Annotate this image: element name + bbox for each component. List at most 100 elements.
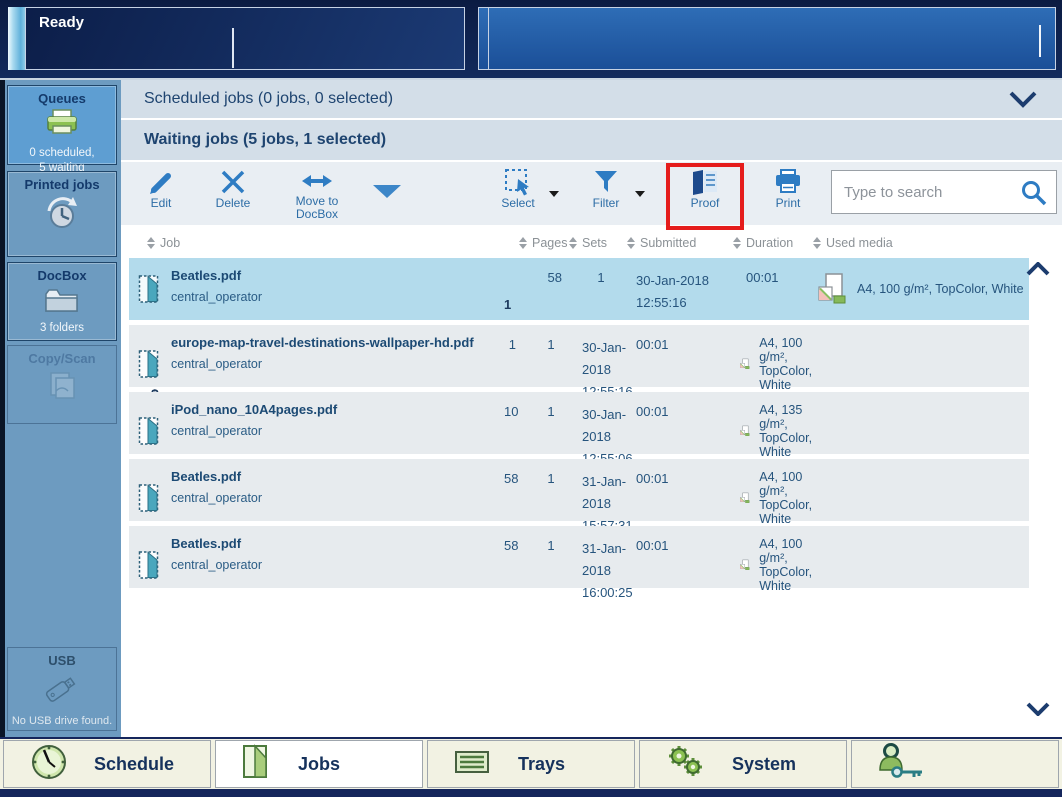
table-row[interactable]: $ Beatles.pdf central_operator 58 1 31-J… [129,459,1029,533]
sort-header-job[interactable]: Job [147,233,180,253]
nav-tab-login[interactable] [851,740,1059,788]
table-row[interactable]: $ Beatles.pdf central_operator 58 1 31-J… [129,526,1029,600]
job-owner: central_operator [171,424,263,438]
edit-button[interactable]: Edit [125,167,197,221]
sort-header-pages[interactable]: Pages [519,233,567,253]
copy-scan-label: Copy/Scan [28,351,96,366]
job-rows: $ Beatles.pdf central_operator 1 58 1 30… [129,258,1029,600]
job-sets: 1 [547,538,555,553]
jobs-content: Scheduled jobs (0 jobs, 0 selected) Wait… [121,80,1062,737]
history-clock-icon [43,195,81,238]
filter-label: Filter [592,196,620,210]
system-gears-icon [666,744,706,785]
job-owner: central_operator [171,357,263,371]
sidebar-item-docbox[interactable]: DocBox 3 folders [7,262,117,341]
table-row[interactable]: $ Beatles.pdf central_operator 1 58 1 30… [129,258,1029,320]
job-media-text: A4, 100 g/m², TopColor, White [759,470,813,526]
filter-dropdown-caret[interactable] [633,191,647,202]
job-duration: 00:01 [636,538,669,553]
sort-icon [733,233,741,253]
job-name-cell: Beatles.pdf central_operator [171,526,504,604]
status-led-stripe [8,7,25,70]
select-button[interactable]: Select [489,167,547,221]
select-dropdown-caret[interactable] [547,191,561,202]
waiting-jobs-title: Waiting jobs (5 jobs, 1 selected) [144,131,387,148]
trays-label: Trays [518,753,566,774]
job-submitted: 31-Jan-2018 16:00:25 [574,526,633,604]
sort-icon [813,233,821,253]
job-submitted-date: 30-Jan-2018 [582,340,627,377]
media-sheet-icon [740,358,750,369]
job-name: Beatles.pdf [171,469,242,484]
pencil-icon [147,167,175,197]
status-bar: Ready [0,0,1062,80]
delete-button[interactable]: Delete [197,167,269,221]
job-pages: 58 [504,538,519,553]
queues-status-line1: 0 scheduled, [29,147,95,159]
table-row[interactable]: $ iPod_nano_10A4pages.pdf central_operat… [129,392,1029,466]
scheduled-jobs-header[interactable]: Scheduled jobs (0 jobs, 0 selected) [121,80,1062,118]
move-to-docbox-label-line2: DocBox [295,207,339,221]
job-owner: central_operator [171,290,263,304]
job-media-text: A4, 100 g/m², TopColor, White [857,282,1024,296]
delete-x-icon [220,167,246,197]
waiting-jobs-header[interactable]: Waiting jobs (5 jobs, 1 selected) [121,120,1062,160]
move-arrows-icon [302,167,332,195]
caret-down-icon [549,191,559,202]
schedule-clock-icon [30,743,68,786]
table-row[interactable]: $ europe-map-travel-destinations-wallpap… [129,325,1029,402]
job-document-icon [138,551,159,579]
sidebar-item-usb: USB No USB drive found. [7,647,117,731]
job-document-icon [138,350,159,378]
print-button[interactable]: Print [759,167,817,221]
sort-icon [519,233,527,253]
job-icon-cell: $ [129,526,171,604]
sidebar: Queues 0 scheduled, 5 waiting Printed jo… [0,80,121,737]
user-key-icon [878,742,930,787]
schedule-label: Schedule [94,753,175,774]
job-submitted-time: 16:00:25 [582,585,633,600]
media-sheet-icon [740,559,750,570]
job-media-cell: A4, 100 g/m², TopColor, White [738,526,816,604]
job-status-panel[interactable] [478,7,1056,70]
docbox-folder-count: 3 folders [39,322,85,334]
search-box [831,170,1057,214]
nav-tab-system[interactable]: System [639,740,847,788]
job-media-text: A4, 100 g/m², TopColor, White [759,336,813,392]
sort-header-submitted[interactable]: Submitted [627,233,696,253]
scroll-up-chevron-icon[interactable] [1026,261,1050,281]
printer-status-text: Ready [39,14,85,31]
jobs-toolbar: Edit Delete Move to DocBox Select Filter… [121,162,1062,230]
sidebar-item-queues[interactable]: Queues 0 scheduled, 5 waiting [7,85,117,174]
proof-button[interactable]: Proof [666,163,744,230]
more-actions-button[interactable] [373,185,401,204]
copy-scan-icon [45,369,79,408]
scroll-down-chevron-icon[interactable] [1026,702,1050,721]
sort-header-sets[interactable]: Sets [569,233,607,253]
printed-jobs-label: Printed jobs [24,177,100,192]
caret-down-icon [635,191,645,202]
nav-tab-schedule[interactable]: Schedule [3,740,211,788]
nav-tab-jobs[interactable]: Jobs [215,740,423,788]
filter-button[interactable]: Filter [579,167,633,221]
job-media-cell: A4, 100 g/m², TopColor, White [816,258,1029,320]
proof-book-icon [690,167,720,197]
sidebar-item-printed-jobs[interactable]: Printed jobs [7,171,117,257]
chevron-down-icon[interactable] [1008,90,1038,113]
sort-icon [569,233,577,253]
sidebar-item-copy-scan: Copy/Scan [7,345,117,424]
sort-header-duration[interactable]: Duration [733,233,793,253]
search-icon[interactable] [1020,179,1048,212]
print-icon [774,167,802,197]
sort-header-used-media[interactable]: Used media [813,233,893,253]
job-name: Beatles.pdf [171,268,242,283]
printer-status-panel[interactable]: Ready [25,7,465,70]
nav-tab-trays[interactable]: Trays [427,740,635,788]
job-name: europe-map-travel-destinations-wallpaper… [171,335,474,350]
job-icon-cell: $ [129,258,171,320]
proof-label: Proof [690,196,720,210]
move-to-docbox-button[interactable]: Move to DocBox [275,167,359,221]
job-media-text: A4, 135 g/m², TopColor, White [759,403,813,459]
job-panel-divider [488,8,489,69]
